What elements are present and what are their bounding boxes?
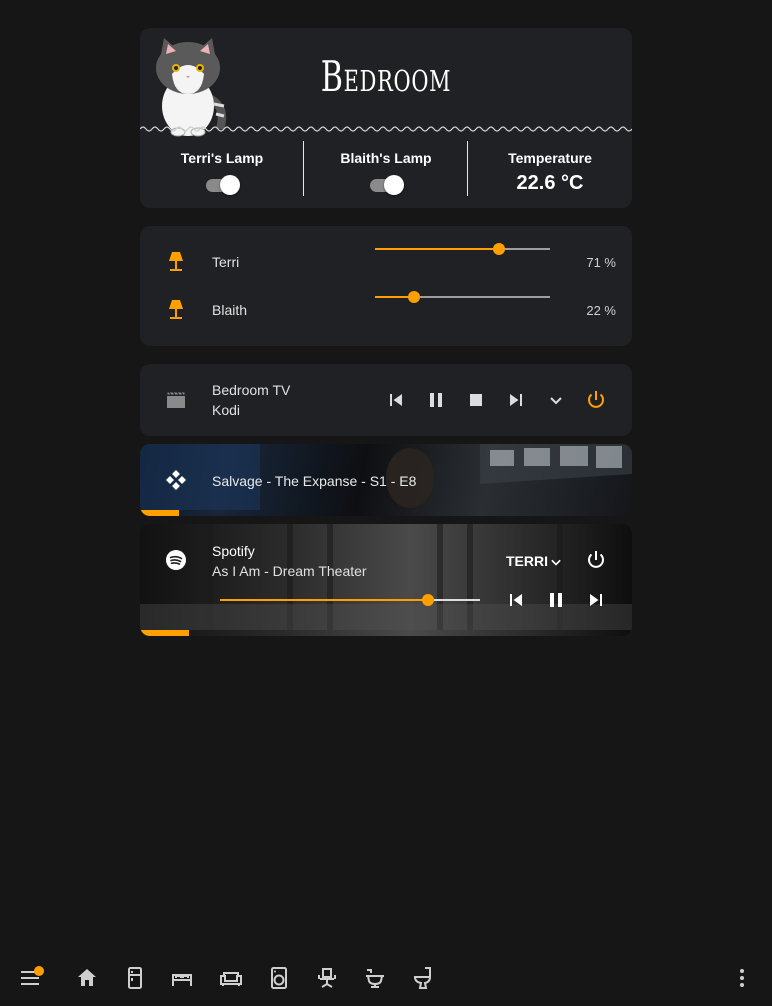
toilet-icon[interactable] [411, 966, 435, 990]
now-playing-card[interactable]: Salvage - The Expanse - S1 - E8 [140, 444, 632, 516]
next-icon[interactable] [504, 388, 528, 412]
chevron-down-icon[interactable] [544, 388, 568, 412]
bathtub-icon[interactable] [363, 966, 387, 990]
light-name[interactable]: Blaith [212, 302, 247, 318]
notification-badge [34, 966, 44, 976]
next-icon[interactable] [584, 588, 608, 612]
volume-slider[interactable] [220, 593, 480, 607]
power-icon[interactable] [584, 388, 608, 412]
brightness-slider[interactable] [375, 242, 550, 256]
kodi-icon [166, 470, 186, 490]
temperature-value: 22.6 °C [516, 172, 584, 194]
previous-icon[interactable] [504, 588, 528, 612]
terris-lamp-control: Terri's Lamp [140, 140, 304, 196]
brightness-slider[interactable] [375, 290, 550, 304]
media-player-source: Kodi [212, 402, 241, 418]
spotify-icon[interactable] [164, 548, 188, 572]
media-player-name[interactable]: Bedroom TV [212, 382, 290, 398]
office-chair-icon[interactable] [315, 966, 339, 990]
light-name[interactable]: Terri [212, 254, 239, 270]
fridge-icon[interactable] [123, 966, 147, 990]
spotify-player-card: Spotify As I Am - Dream Theater TERRI [140, 524, 632, 636]
spotify-app-name[interactable]: Spotify [212, 543, 255, 559]
bed-icon[interactable] [170, 966, 194, 990]
temperature-label: Temperature [508, 150, 592, 166]
playback-progress-bar[interactable] [140, 630, 190, 636]
blaiths-lamp-toggle[interactable] [368, 174, 404, 196]
spotify-track: As I Am - Dream Theater [212, 563, 367, 579]
blaiths-lamp-label: Blaith's Lamp [340, 150, 432, 166]
terris-lamp-toggle[interactable] [204, 174, 240, 196]
terris-lamp-label: Terri's Lamp [180, 150, 264, 166]
bottom-navigation [0, 956, 772, 1000]
chevron-down-icon[interactable] [546, 552, 566, 572]
room-title: Bedroom [320, 52, 452, 101]
more-vertical-icon[interactable] [730, 966, 754, 990]
source-select[interactable]: TERRI [506, 553, 548, 569]
stop-icon[interactable] [464, 388, 488, 412]
lights-card: Terri 71 % Blaith 22 % [140, 226, 632, 346]
lamp-icon[interactable] [164, 298, 188, 322]
washing-machine-icon[interactable] [267, 966, 291, 990]
brightness-value: 71 % [586, 255, 616, 270]
pause-icon[interactable] [544, 588, 568, 612]
brightness-value: 22 % [586, 303, 616, 318]
light-row-blaith: Blaith 22 % [140, 290, 632, 330]
temperature-display[interactable]: Temperature 22.6 °C [468, 140, 632, 196]
previous-icon[interactable] [384, 388, 408, 412]
room-header-card: Bedroom Terri's Lamp Blaith's Lamp Tempe… [140, 28, 632, 208]
playback-progress-bar[interactable] [140, 510, 180, 516]
movie-clapper-icon[interactable] [164, 388, 188, 412]
lamp-icon[interactable] [164, 250, 188, 274]
sofa-icon[interactable] [219, 966, 243, 990]
wave-divider [140, 126, 632, 132]
blaiths-lamp-control: Blaith's Lamp [304, 140, 468, 196]
now-playing-title: Salvage - The Expanse - S1 - E8 [212, 473, 417, 489]
power-icon[interactable] [584, 548, 608, 572]
light-row-terri: Terri 71 % [140, 242, 632, 282]
media-player-card: Bedroom TV Kodi [140, 364, 632, 436]
home-icon[interactable] [75, 966, 99, 990]
pause-icon[interactable] [424, 388, 448, 412]
